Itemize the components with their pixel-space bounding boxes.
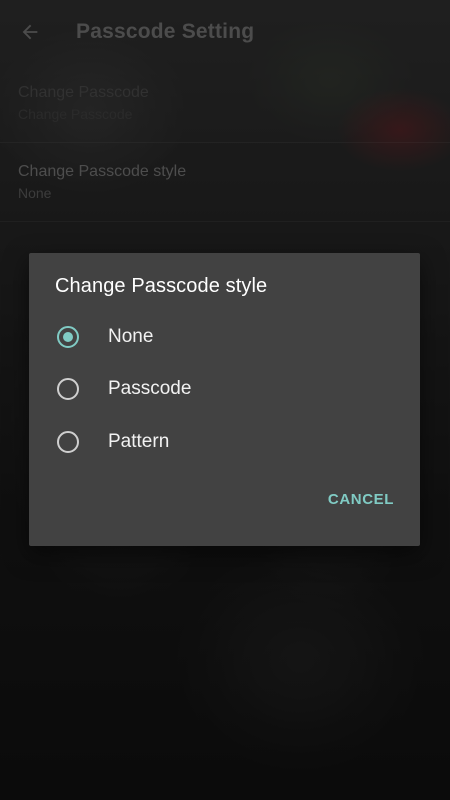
cancel-button[interactable]: CANCEL (314, 479, 408, 519)
radio-selected-icon[interactable] (57, 326, 79, 348)
option-label: None (108, 326, 154, 347)
option-none[interactable]: None (29, 311, 420, 363)
option-passcode[interactable]: Passcode (29, 363, 420, 415)
dialog-title: Change Passcode style (55, 275, 268, 297)
option-label: Pattern (108, 431, 170, 452)
option-label: Passcode (108, 378, 192, 399)
screen: Passcode Setting Change Passcode Change … (0, 0, 450, 800)
option-pattern[interactable]: Pattern (29, 416, 420, 468)
radio-unselected-icon[interactable] (57, 431, 79, 453)
passcode-style-dialog: Change Passcode style None Passcode Patt… (29, 253, 420, 546)
radio-unselected-icon[interactable] (57, 378, 79, 400)
